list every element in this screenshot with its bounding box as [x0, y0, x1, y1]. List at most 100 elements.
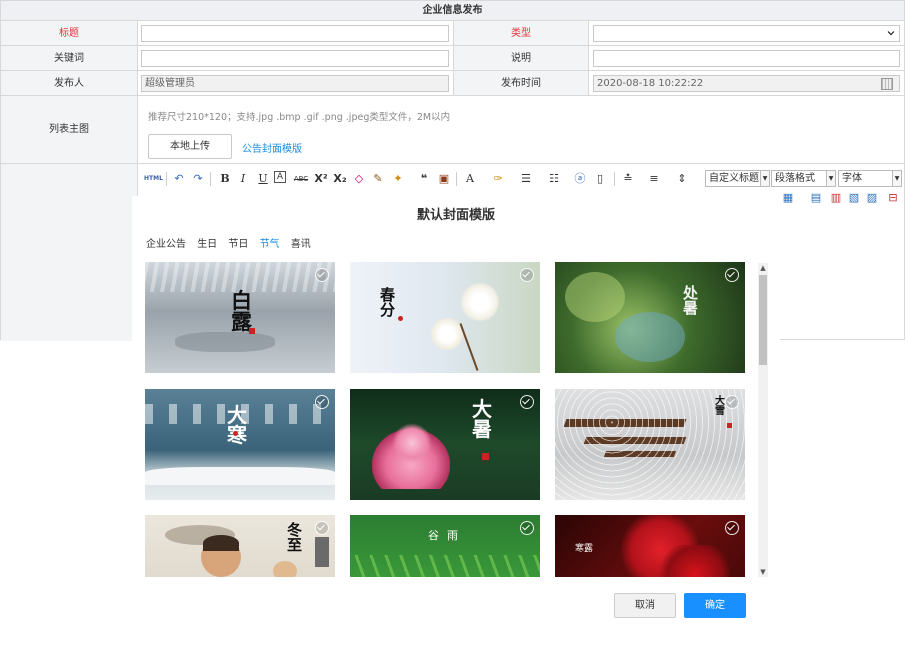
check-circle-icon[interactable] [725, 521, 739, 535]
keywords-input[interactable] [141, 50, 449, 67]
branch-shape [459, 323, 479, 371]
scroll-down-arrow-icon[interactable]: ▼ [758, 567, 768, 577]
cancel-button[interactable]: 取消 [614, 593, 676, 618]
template-card-bailu[interactable]: 白露 [145, 262, 335, 373]
check-circle-icon[interactable] [520, 395, 534, 409]
delete-row-icon[interactable]: ⊟ [885, 190, 901, 206]
font-family-dropdown[interactable]: 字体 ▼ [838, 170, 902, 187]
seal-mark [398, 316, 403, 321]
template-card-guyu[interactable]: 谷雨 [350, 515, 540, 577]
cover-template-link[interactable]: 公告封面模版 [242, 140, 302, 155]
description-input[interactable] [593, 50, 900, 67]
paste-text-icon[interactable]: ▣ [436, 171, 452, 187]
insert-caption-icon[interactable]: ▧ [846, 190, 862, 206]
insert-image-icon[interactable]: ▦ [780, 190, 796, 206]
type-select[interactable] [593, 25, 900, 42]
maple-leaf-shape [655, 545, 735, 577]
template-grid-scrollbar[interactable]: ▲ ▼ [758, 263, 768, 577]
row-spacing-icon[interactable]: ⇕ [674, 171, 690, 187]
scroll-up-arrow-icon[interactable]: ▲ [758, 263, 768, 273]
strikethrough-icon[interactable]: ABC [293, 171, 309, 187]
toolbar-separator [210, 172, 211, 186]
font-border-icon[interactable]: A [274, 171, 286, 183]
template-card-dongzhi[interactable]: 冬至 [145, 515, 335, 577]
check-circle-icon[interactable] [725, 395, 739, 409]
subscript-icon[interactable]: X₂ [332, 171, 348, 187]
template-card-hanlu[interactable]: 寒露 [555, 515, 745, 577]
font-family-text: 字体 [842, 173, 862, 184]
caret-down-icon: ▼ [892, 171, 901, 186]
lotus-petal [392, 423, 432, 463]
insert-table-icon[interactable]: ▤ [808, 190, 824, 206]
template-card-chunfen[interactable]: 春分 [350, 262, 540, 373]
figure-shape [273, 561, 297, 577]
modal-title: 默认封面模版 [416, 208, 495, 223]
redo-icon[interactable]: ↷ [190, 171, 206, 187]
undo-icon[interactable]: ↶ [171, 171, 187, 187]
template-card-dashu[interactable]: 大暑 [350, 389, 540, 500]
check-circle-icon[interactable] [315, 395, 329, 409]
lantern-shape [315, 537, 329, 567]
type-cell [589, 21, 904, 46]
clear-doc-icon[interactable]: ▯ [592, 171, 608, 187]
tab-festival[interactable]: 节日 [228, 239, 248, 250]
check-circle-icon[interactable] [520, 268, 534, 282]
template-card-chushu[interactable]: 处暑 [555, 262, 745, 373]
publish-time-label: 发布时间 [454, 71, 589, 96]
quote-icon[interactable]: ❝ [416, 171, 432, 187]
caret-down-icon: ▼ [760, 171, 769, 186]
snow-ground [145, 467, 335, 485]
rock-shape [175, 332, 275, 352]
leaf-shape [565, 272, 625, 322]
keywords-label: 关键词 [1, 46, 138, 71]
description-cell [589, 46, 904, 71]
eraser-icon[interactable]: ◇ [351, 171, 367, 187]
toolbar-separator [456, 172, 457, 186]
tab-solar-term[interactable]: 节气 [260, 239, 280, 250]
ordered-list-icon[interactable]: ☰ [518, 171, 534, 187]
leaf-shape [615, 312, 685, 362]
bold-icon[interactable]: B [217, 171, 233, 187]
title-input[interactable] [141, 25, 449, 42]
superscript-icon[interactable]: X² [313, 171, 329, 187]
select-all-icon[interactable]: ⓐ [572, 171, 588, 187]
underline-icon[interactable]: U [255, 171, 271, 187]
check-circle-icon[interactable] [315, 521, 329, 535]
tab-good-news[interactable]: 喜讯 [291, 239, 311, 250]
check-circle-icon[interactable] [725, 268, 739, 282]
toolbar-separator [166, 172, 167, 186]
tab-announcement[interactable]: 企业公告 [146, 239, 186, 250]
check-circle-icon[interactable] [315, 268, 329, 282]
confirm-button[interactable]: 确定 [684, 593, 746, 618]
template-card-dahan[interactable]: 大寒 [145, 389, 335, 500]
italic-icon[interactable]: I [235, 171, 251, 187]
custom-title-text: 自定义标题 [709, 173, 759, 184]
highlight-icon[interactable]: ✑ [490, 171, 506, 187]
publish-time-cell: 2020-08-18 10:22:22 [589, 71, 904, 96]
paragraph-spacing-icon[interactable]: ≛ [620, 171, 636, 187]
font-color-icon[interactable]: A [462, 171, 478, 187]
insert-row-icon[interactable]: ▥ [828, 190, 844, 206]
line-spacing-icon[interactable]: ≡ [646, 171, 662, 187]
auto-format-icon[interactable]: ✦ [390, 171, 406, 187]
seal-mark [482, 453, 489, 460]
template-category-tabs: 企业公告 生日 节日 节气 喜讯 [146, 235, 319, 250]
seal-mark [249, 328, 255, 334]
scrollbar-thumb[interactable] [759, 275, 767, 365]
paragraph-format-dropdown[interactable]: 段落格式 ▼ [771, 170, 836, 187]
custom-title-dropdown[interactable]: 自定义标题 ▼ [705, 170, 770, 187]
template-title: 寒露 [575, 544, 594, 554]
split-cell-icon[interactable]: ▨ [864, 190, 880, 206]
format-brush-icon[interactable]: ✎ [370, 171, 386, 187]
publish-time-input[interactable]: 2020-08-18 10:22:22 [593, 75, 900, 92]
html-source-button[interactable]: HTML [144, 171, 163, 187]
template-title: 处暑 [683, 284, 699, 317]
tab-birthday[interactable]: 生日 [197, 239, 217, 250]
template-card-daxue[interactable]: 大雪 [555, 389, 745, 500]
check-circle-icon[interactable] [520, 521, 534, 535]
calendar-icon[interactable] [881, 78, 893, 90]
title-label: 标题 [1, 21, 138, 46]
local-upload-button[interactable]: 本地上传 [148, 134, 232, 159]
seal-mark [233, 431, 238, 436]
unordered-list-icon[interactable]: ☷ [546, 171, 562, 187]
